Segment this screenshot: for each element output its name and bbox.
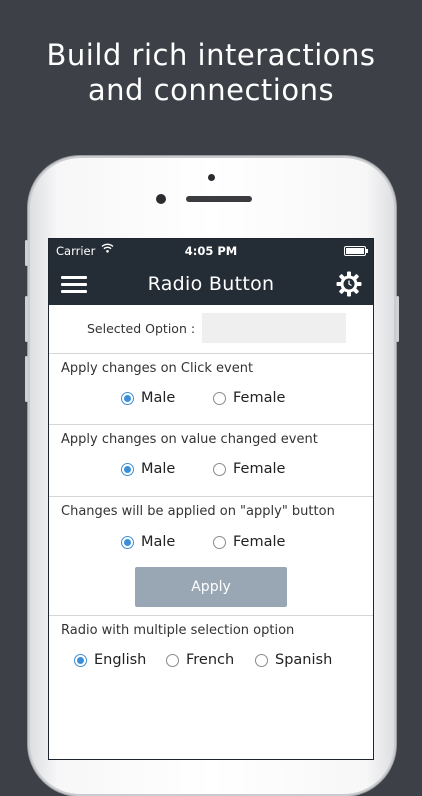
page-title: Radio Button <box>147 273 275 295</box>
radio-female[interactable]: Female <box>213 390 285 406</box>
radio-unchecked-indicator <box>213 462 226 476</box>
radio-french[interactable]: French <box>166 652 234 668</box>
section-apply-button: Changes will be applied on "apply" butto… <box>49 497 373 616</box>
section-title: Apply changes on value changed event <box>61 432 318 447</box>
radio-female[interactable]: Female <box>213 534 285 550</box>
selected-option-row: Selected Option : <box>49 305 373 354</box>
phone-frame: Carrier 4:05 PM Radio Button Selected Op… <box>25 156 399 796</box>
proximity-sensor <box>208 174 215 181</box>
headline-line-1: Build rich interactions <box>46 38 376 72</box>
radio-checked-indicator <box>121 535 134 549</box>
phone-power-button <box>396 296 399 342</box>
selected-option-field[interactable] <box>202 313 346 343</box>
section-value-changed-event: Apply changes on value changed event Mal… <box>49 425 373 497</box>
earpiece-speaker <box>186 196 252 202</box>
radio-label: Male <box>141 461 176 477</box>
radio-group-value-changed: Male Female <box>49 450 373 494</box>
phone-volume-up <box>25 296 28 342</box>
radio-male[interactable]: Male <box>121 534 175 550</box>
section-click-event: Apply changes on Click event Male Female <box>49 354 373 425</box>
radio-group-click-event: Male Female <box>49 379 373 423</box>
headline-line-2: and connections <box>87 73 335 107</box>
radio-unchecked-indicator <box>166 653 179 667</box>
radio-label: Male <box>141 534 176 550</box>
radio-male[interactable]: Male <box>121 461 175 477</box>
radio-spanish[interactable]: Spanish <box>255 652 332 668</box>
selected-option-label: Selected Option : <box>87 321 196 336</box>
section-title: Changes will be applied on "apply" butto… <box>61 504 335 519</box>
front-camera <box>156 194 166 204</box>
radio-checked-indicator <box>74 653 87 667</box>
radio-unchecked-indicator <box>213 391 226 405</box>
radio-group-apply-button: Male Female <box>49 522 373 566</box>
phone-screen: Carrier 4:05 PM Radio Button Selected Op… <box>48 238 374 760</box>
radio-male[interactable]: Male <box>121 390 175 406</box>
radio-checked-indicator <box>121 391 134 405</box>
gear-icon[interactable] <box>335 270 363 298</box>
radio-label: Spanish <box>275 652 333 668</box>
radio-label: Female <box>233 461 286 477</box>
radio-checked-indicator <box>121 462 134 476</box>
radio-label: Male <box>141 390 176 406</box>
section-title: Apply changes on Click event <box>61 361 254 376</box>
status-time: 4:05 PM <box>184 244 238 258</box>
section-multiple-selection: Radio with multiple selection option Eng… <box>49 616 373 696</box>
apply-button[interactable]: Apply <box>135 567 287 607</box>
radio-label: Female <box>233 534 286 550</box>
status-bar: Carrier 4:05 PM <box>49 239 373 263</box>
battery-icon <box>344 246 368 256</box>
radio-group-languages: English French Spanish <box>49 641 373 685</box>
radio-english[interactable]: English <box>74 652 146 668</box>
radio-label: Female <box>233 390 286 406</box>
phone-volume-down <box>25 356 28 402</box>
headline: Build rich interactions and connections <box>0 38 422 108</box>
phone-mute-switch <box>25 240 28 266</box>
radio-label: English <box>94 652 147 668</box>
section-title: Radio with multiple selection option <box>61 623 295 638</box>
radio-unchecked-indicator <box>213 535 226 549</box>
radio-unchecked-indicator <box>255 653 268 667</box>
radio-female[interactable]: Female <box>213 461 285 477</box>
navigation-bar: Radio Button <box>49 263 373 305</box>
radio-label: French <box>186 652 235 668</box>
